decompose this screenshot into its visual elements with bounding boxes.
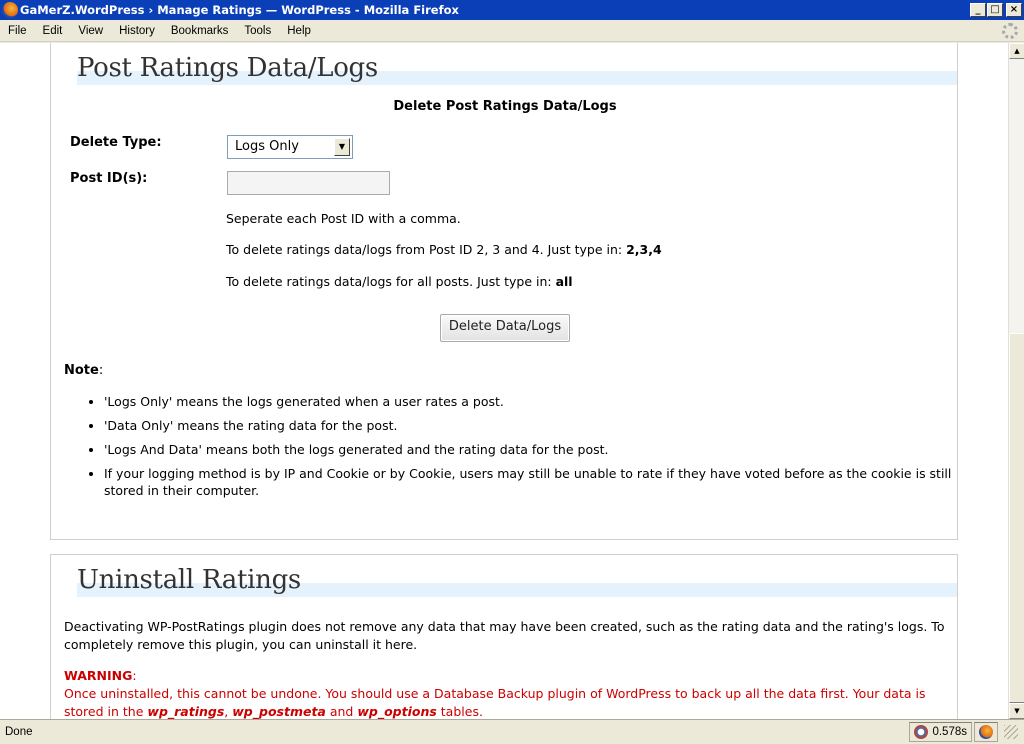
status-text: Done: [5, 726, 33, 738]
note-item: If your logging method is by IP and Cook…: [104, 465, 954, 499]
timer-cell: 0.578s: [909, 722, 972, 742]
minimize-button[interactable]: _: [970, 3, 986, 17]
uninstall-panel: Uninstall Ratings Deactivating WP-PostRa…: [50, 554, 958, 719]
resize-grip-icon[interactable]: [1004, 725, 1018, 739]
heading-text: Post Ratings Data/Logs: [77, 53, 378, 83]
window-titlebar: GaMerZ.WordPress › Manage Ratings — Word…: [0, 0, 1024, 20]
throbber-icon: [1002, 23, 1018, 39]
table-name: wp_ratings: [147, 704, 225, 719]
delete-subtitle: Delete Post Ratings Data/Logs: [393, 99, 617, 114]
dropdown-arrow-icon[interactable]: ▼: [334, 138, 350, 156]
window-title: GaMerZ.WordPress › Manage Ratings — Word…: [20, 3, 459, 17]
help-example-all-text: To delete ratings data/logs for all post…: [226, 274, 556, 289]
menu-file[interactable]: File: [0, 25, 35, 37]
maximize-button[interactable]: □: [987, 3, 1003, 17]
table-name: wp_postmeta: [232, 704, 326, 719]
help-example-all-value: all: [555, 274, 573, 289]
post-ids-label: Post ID(s):: [70, 171, 148, 186]
vertical-scrollbar[interactable]: ▲ ▼: [1008, 43, 1024, 719]
help-example-all: To delete ratings data/logs for all post…: [226, 274, 573, 289]
post-ids-input[interactable]: [227, 171, 390, 195]
delete-type-label: Delete Type:: [70, 135, 162, 150]
uninstall-heading-text: Uninstall Ratings: [77, 565, 301, 595]
menu-view[interactable]: View: [70, 25, 111, 37]
help-comma: Seperate each Post ID with a comma.: [226, 211, 461, 226]
menu-bookmarks[interactable]: Bookmarks: [163, 25, 237, 37]
menu-tools[interactable]: Tools: [236, 25, 279, 37]
warning-label: WARNING: [64, 668, 133, 683]
warning-colon: :: [132, 668, 137, 683]
scroll-down-icon[interactable]: ▼: [1009, 703, 1024, 719]
firefox-status-icon[interactable]: [979, 725, 993, 739]
firefox-status-cell[interactable]: [974, 722, 998, 742]
menu-bar: File Edit View History Bookmarks Tools H…: [0, 20, 1024, 42]
uninstall-warning: WARNING: Once uninstalled, this cannot b…: [64, 667, 949, 719]
post-ratings-panel: Post Ratings Data/Logs Delete Post Ratin…: [50, 43, 958, 540]
note-item: 'Logs Only' means the logs generated whe…: [104, 393, 954, 410]
help-example-ids: To delete ratings data/logs from Post ID…: [226, 242, 662, 257]
menu-edit[interactable]: Edit: [35, 25, 71, 37]
note-item: 'Data Only' means the rating data for th…: [104, 417, 954, 434]
resize-grip-cell[interactable]: [1000, 722, 1022, 742]
table-name: wp_options: [357, 704, 437, 719]
warning-sep: and: [325, 704, 358, 719]
note-colon: :: [98, 363, 104, 378]
timer-value: 0.578s: [932, 726, 967, 738]
help-example-ids-text: To delete ratings data/logs from Post ID…: [226, 242, 627, 257]
note-item: 'Logs And Data' means both the logs gene…: [104, 441, 954, 458]
firefox-icon: [2, 2, 18, 18]
delete-type-select[interactable]: Logs Only ▼: [227, 135, 353, 159]
status-bar: Done 0.578s: [0, 719, 1024, 744]
scroll-thumb[interactable]: [1009, 333, 1024, 703]
delete-type-value: Logs Only: [235, 139, 299, 154]
uninstall-description: Deactivating WP-PostRatings plugin does …: [64, 619, 945, 652]
uninstall-heading: Uninstall Ratings: [77, 565, 957, 599]
delete-data-logs-button[interactable]: Delete Data/Logs: [440, 314, 570, 342]
scroll-up-icon[interactable]: ▲: [1009, 43, 1024, 59]
section-heading: Post Ratings Data/Logs: [77, 53, 957, 87]
timer-icon: [914, 725, 929, 739]
note-label-text: Note: [64, 363, 99, 378]
menu-history[interactable]: History: [111, 25, 163, 37]
help-example-ids-value: 2,3,4: [626, 242, 662, 257]
close-button[interactable]: ×: [1006, 3, 1022, 17]
notes-list: 'Logs Only' means the logs generated whe…: [104, 393, 954, 506]
warning-end: tables.: [436, 704, 483, 719]
menu-help[interactable]: Help: [279, 25, 319, 37]
page-content: Post Ratings Data/Logs Delete Post Ratin…: [0, 43, 1008, 719]
note-label: Note:: [64, 363, 103, 378]
